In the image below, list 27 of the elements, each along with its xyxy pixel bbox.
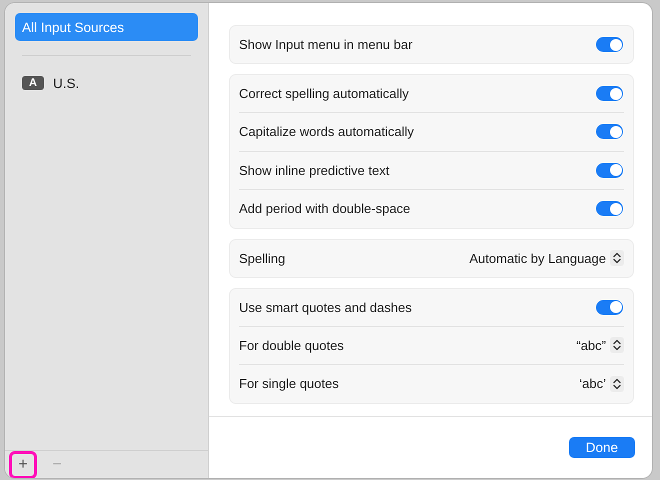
popup-button[interactable]: Automatic by Language	[469, 250, 624, 266]
chevron-updown-icon	[610, 376, 624, 392]
item-label: U.S.	[52, 76, 80, 90]
setting-label: Capitalize words automatically	[239, 124, 414, 140]
chevron-updown-icon	[610, 250, 624, 266]
keyboard-badge: A	[22, 76, 44, 90]
item-label: All Input Sources	[22, 20, 124, 34]
setting-label: Spelling	[239, 250, 286, 266]
setting-label: For single quotes	[239, 376, 339, 392]
setting-label: Add period with double-space	[239, 201, 410, 216]
setting-label: Show inline predictive text	[239, 162, 390, 178]
toggle-switch[interactable]	[596, 300, 623, 314]
toggle-switch[interactable]	[596, 37, 623, 52]
setting-label: For double quotes	[239, 338, 344, 353]
add-button[interactable]: +	[9, 450, 37, 478]
setting-label: Correct spelling automatically	[239, 86, 409, 101]
done-button[interactable]: Done	[568, 437, 635, 458]
toggle-switch[interactable]	[596, 124, 623, 140]
popup-button[interactable]: “abc”	[576, 337, 624, 354]
sidebar-item[interactable]: A U.S.	[15, 69, 198, 97]
popup-button[interactable]: ‘abc’	[579, 376, 624, 392]
setting-label: Show Input menu in menu bar	[239, 37, 412, 52]
chevron-updown-icon	[610, 337, 624, 354]
toggle-switch[interactable]	[596, 162, 623, 178]
setting-label: Use smart quotes and dashes	[239, 300, 412, 314]
toggle-switch[interactable]	[596, 201, 623, 216]
toggle-switch[interactable]	[596, 86, 623, 101]
